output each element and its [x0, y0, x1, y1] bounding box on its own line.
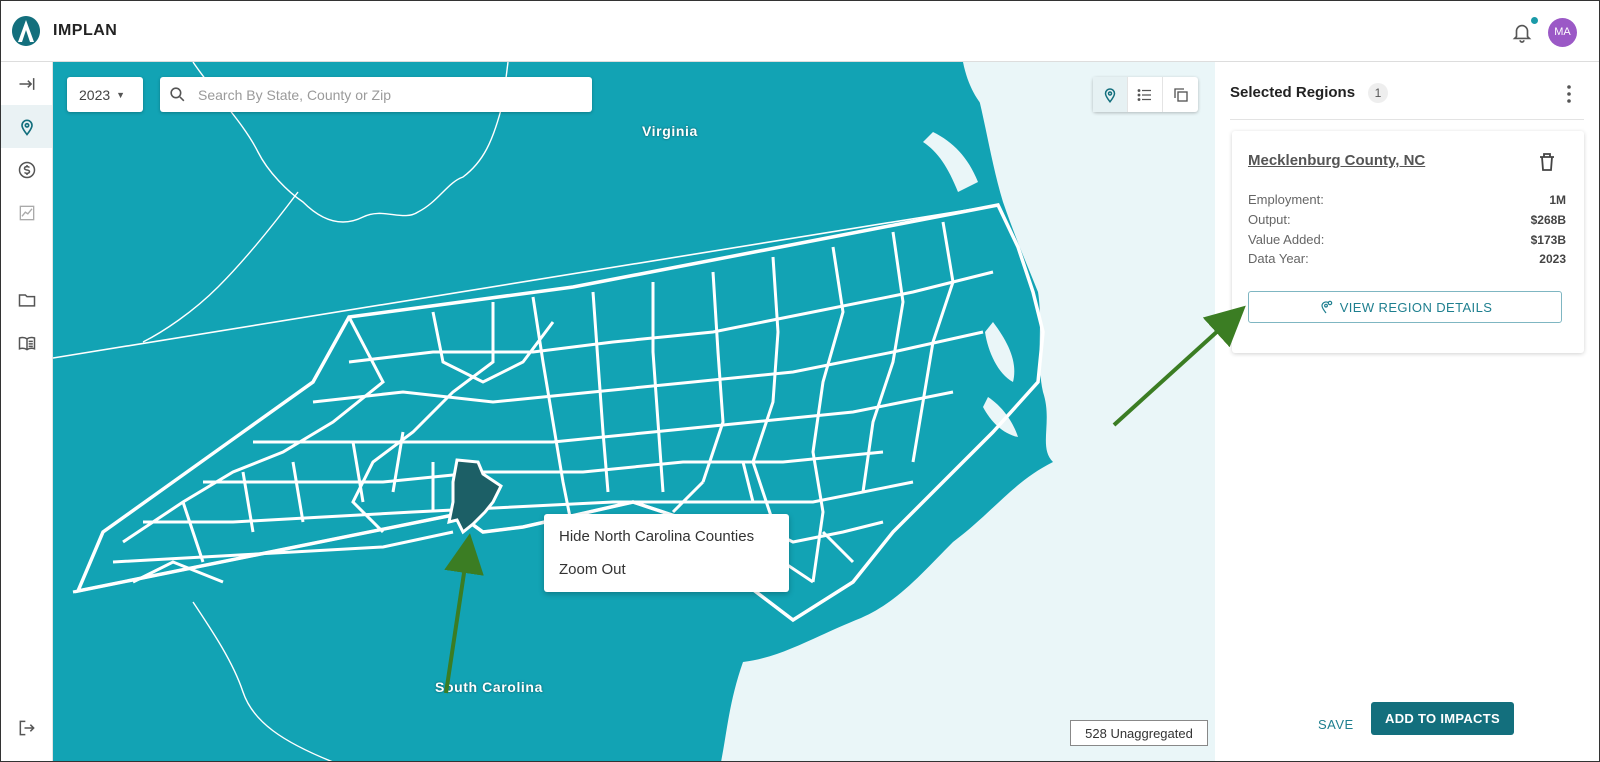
- zoom-out-menu-item[interactable]: Zoom Out: [559, 561, 626, 578]
- panel-title: Selected Regions: [1230, 84, 1356, 101]
- more-options-icon[interactable]: [1566, 84, 1572, 104]
- copy-view-button[interactable]: [1163, 77, 1198, 112]
- state-label-virginia: Virginia: [642, 123, 698, 139]
- stat-value-employment: 1M: [1549, 193, 1566, 207]
- list-view-button[interactable]: [1128, 77, 1163, 112]
- notification-bell-icon[interactable]: [1511, 21, 1533, 43]
- trash-icon[interactable]: [1538, 152, 1556, 172]
- rail-item-projects[interactable]: [1, 278, 52, 321]
- stat-label-value-added: Value Added:: [1248, 232, 1325, 247]
- map-pin-icon: [20, 119, 33, 136]
- map-pin-icon: [1104, 87, 1116, 103]
- land-mass: [53, 62, 1053, 761]
- chevron-down-icon: ▼: [116, 89, 126, 100]
- view-region-details-label: VIEW REGION DETAILS: [1339, 299, 1493, 315]
- rail-item-analysis[interactable]: [1, 191, 52, 234]
- view-region-details-button[interactable]: VIEW REGION DETAILS: [1248, 291, 1562, 323]
- add-to-impacts-button[interactable]: ADD TO IMPACTS: [1371, 702, 1514, 735]
- top-bar: IMPLAN MA: [1, 1, 1599, 62]
- copy-icon: [1173, 87, 1188, 102]
- region-map[interactable]: 2023 ▼ Virginia South Carolina Hide Nort…: [53, 62, 1215, 762]
- avatar[interactable]: MA: [1548, 18, 1577, 47]
- stat-label-output: Output:: [1248, 212, 1291, 227]
- left-rail: [1, 62, 53, 761]
- chart-icon: [19, 205, 34, 220]
- logout-button[interactable]: [1, 706, 52, 749]
- rail-item-economics[interactable]: [1, 148, 52, 191]
- search-icon: [170, 87, 185, 102]
- stat-value-data-year: 2023: [1539, 252, 1566, 266]
- region-name-link[interactable]: Mecklenburg County, NC: [1248, 152, 1425, 169]
- map-context-menu: Hide North Carolina Counties Zoom Out: [544, 514, 789, 592]
- book-icon: [18, 336, 35, 351]
- stat-label-employment: Employment:: [1248, 192, 1324, 207]
- folder-icon: [18, 293, 35, 307]
- app-window: IMPLAN MA 2023 ▼ Search By State, County…: [0, 0, 1600, 762]
- region-card: Mecklenburg County, NC Employment: 1M Ou…: [1232, 131, 1584, 353]
- save-button[interactable]: SAVE: [1318, 717, 1354, 732]
- region-search[interactable]: [160, 77, 592, 112]
- year-select-value: 2023: [79, 86, 111, 103]
- location-settings-icon: [1321, 300, 1332, 314]
- logout-icon: [19, 720, 35, 735]
- stat-value-value-added: $173B: [1530, 233, 1566, 247]
- arrow-to-right-icon: [19, 77, 34, 90]
- rail-item-guide[interactable]: [1, 321, 52, 364]
- dollar-icon: [18, 161, 35, 178]
- stat-value-output: $268B: [1530, 213, 1566, 227]
- state-label-south-carolina: South Carolina: [435, 679, 543, 695]
- list-icon: [1137, 88, 1151, 101]
- map-view-button[interactable]: [1093, 77, 1128, 112]
- stat-label-data-year: Data Year:: [1248, 251, 1309, 266]
- notification-dot: [1531, 17, 1538, 24]
- rail-item-regions[interactable]: [1, 105, 52, 148]
- brand-name: IMPLAN: [53, 22, 118, 39]
- selected-count-badge: 1: [1368, 83, 1388, 103]
- expand-rail-button[interactable]: [1, 62, 52, 105]
- selected-regions-panel: Selected Regions 1 Mecklenburg County, N…: [1216, 62, 1599, 761]
- view-mode-toggle: [1093, 77, 1198, 112]
- divider: [1230, 119, 1584, 120]
- map-canvas[interactable]: [53, 62, 1215, 762]
- hide-counties-menu-item[interactable]: Hide North Carolina Counties: [559, 528, 754, 545]
- search-input[interactable]: [198, 77, 578, 112]
- implan-logo-icon: [12, 16, 40, 46]
- unaggregated-count: 528 Unaggregated: [1070, 720, 1208, 746]
- year-select[interactable]: 2023 ▼: [67, 77, 143, 112]
